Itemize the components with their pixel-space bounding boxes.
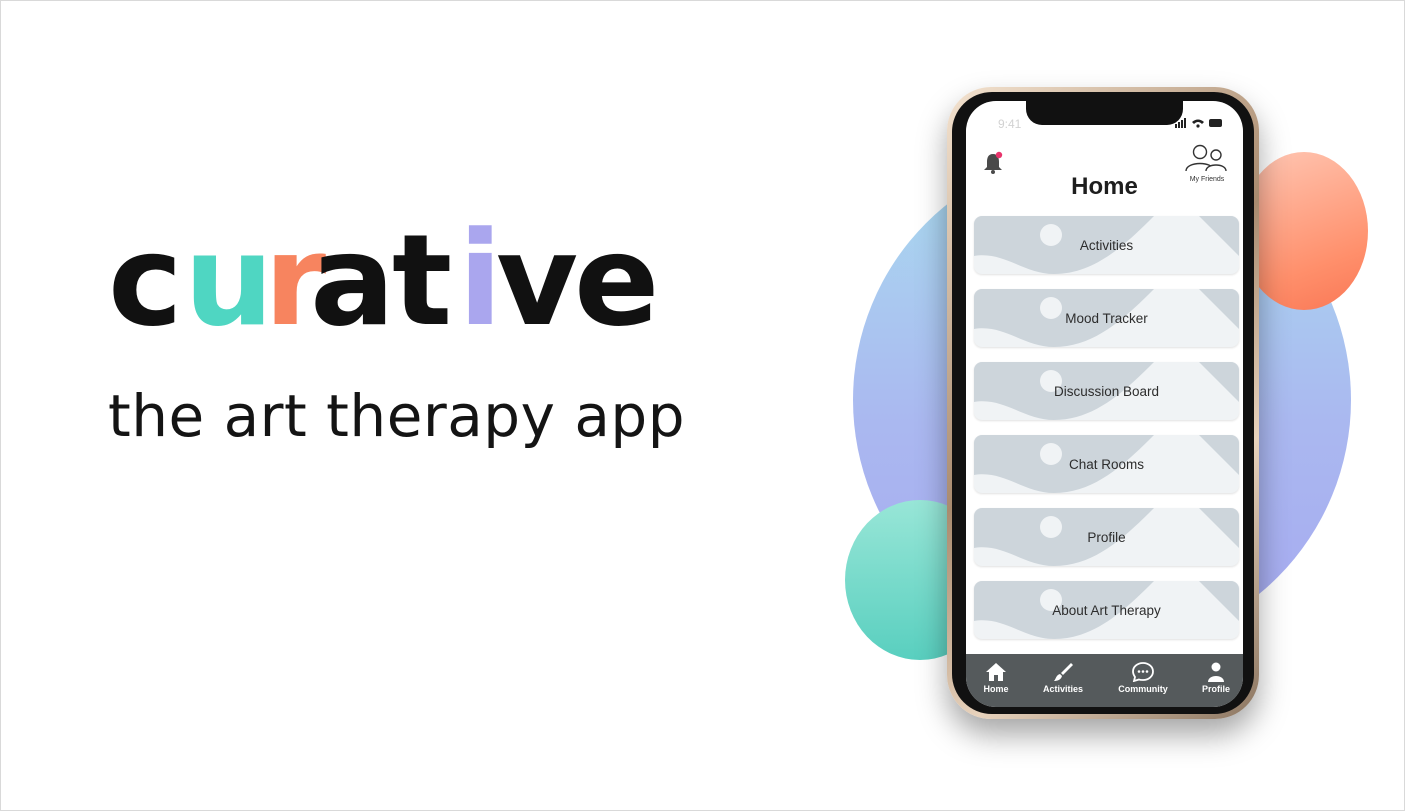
logo-letter-c: c <box>108 207 183 354</box>
status-bar-icons <box>1175 118 1222 128</box>
chat-bubble-icon <box>1132 662 1154 682</box>
menu-card-label: Profile <box>1087 529 1126 545</box>
menu-card-mood-tracker[interactable]: Mood Tracker <box>974 289 1239 347</box>
menu-card-about-art-therapy[interactable]: About Art Therapy <box>974 581 1239 639</box>
menu-card-label: About Art Therapy <box>1052 602 1161 618</box>
brush-icon <box>1054 663 1073 681</box>
tab-activities[interactable]: Activities <box>1031 662 1095 694</box>
phone-screen: 9:41 My Friends Home Activities Mood Tra… <box>966 101 1243 707</box>
tagline: the art therapy app <box>108 382 686 450</box>
orange-circle-decoration <box>1240 152 1368 310</box>
tab-community[interactable]: Community <box>1111 662 1175 694</box>
phone-notch <box>1026 101 1183 125</box>
page-title: Home <box>1071 173 1138 200</box>
logo-letter-t: t <box>392 207 453 354</box>
logo-letter-a: a <box>310 207 396 354</box>
status-time: 9:41 <box>998 117 1022 131</box>
logo-letter-e: e <box>574 207 660 354</box>
menu-card-label: Chat Rooms <box>1068 456 1145 472</box>
menu-card-discussion-board[interactable]: Discussion Board <box>974 362 1239 420</box>
menu-card-label: Activities <box>1079 237 1134 253</box>
menu-card-chat-rooms[interactable]: Chat Rooms <box>974 435 1239 493</box>
person-icon <box>1208 662 1224 682</box>
friends-icon <box>1185 144 1227 172</box>
menu-card-activities[interactable]: Activities <box>974 216 1239 274</box>
tab-label: Activities <box>1042 684 1084 694</box>
tab-label: Profile <box>1201 684 1230 694</box>
bottom-tab-bar: Home Activities Community Profile <box>966 654 1243 707</box>
menu-card-label: Discussion Board <box>1053 383 1160 399</box>
menu-card-profile[interactable]: Profile <box>974 508 1239 566</box>
tab-label: Community <box>1118 684 1168 694</box>
tab-label: Home <box>983 684 1009 694</box>
bell-icon[interactable] <box>982 151 1004 175</box>
curative-logo: c u r a t i v e <box>108 208 678 348</box>
logo-letter-v: v <box>496 207 579 354</box>
tab-profile[interactable]: Profile <box>1184 662 1243 694</box>
menu-card-label: Mood Tracker <box>1065 310 1148 326</box>
logo-letter-u: u <box>184 207 274 354</box>
tab-home[interactable]: Home <box>966 662 1028 694</box>
house-icon <box>986 663 1006 681</box>
